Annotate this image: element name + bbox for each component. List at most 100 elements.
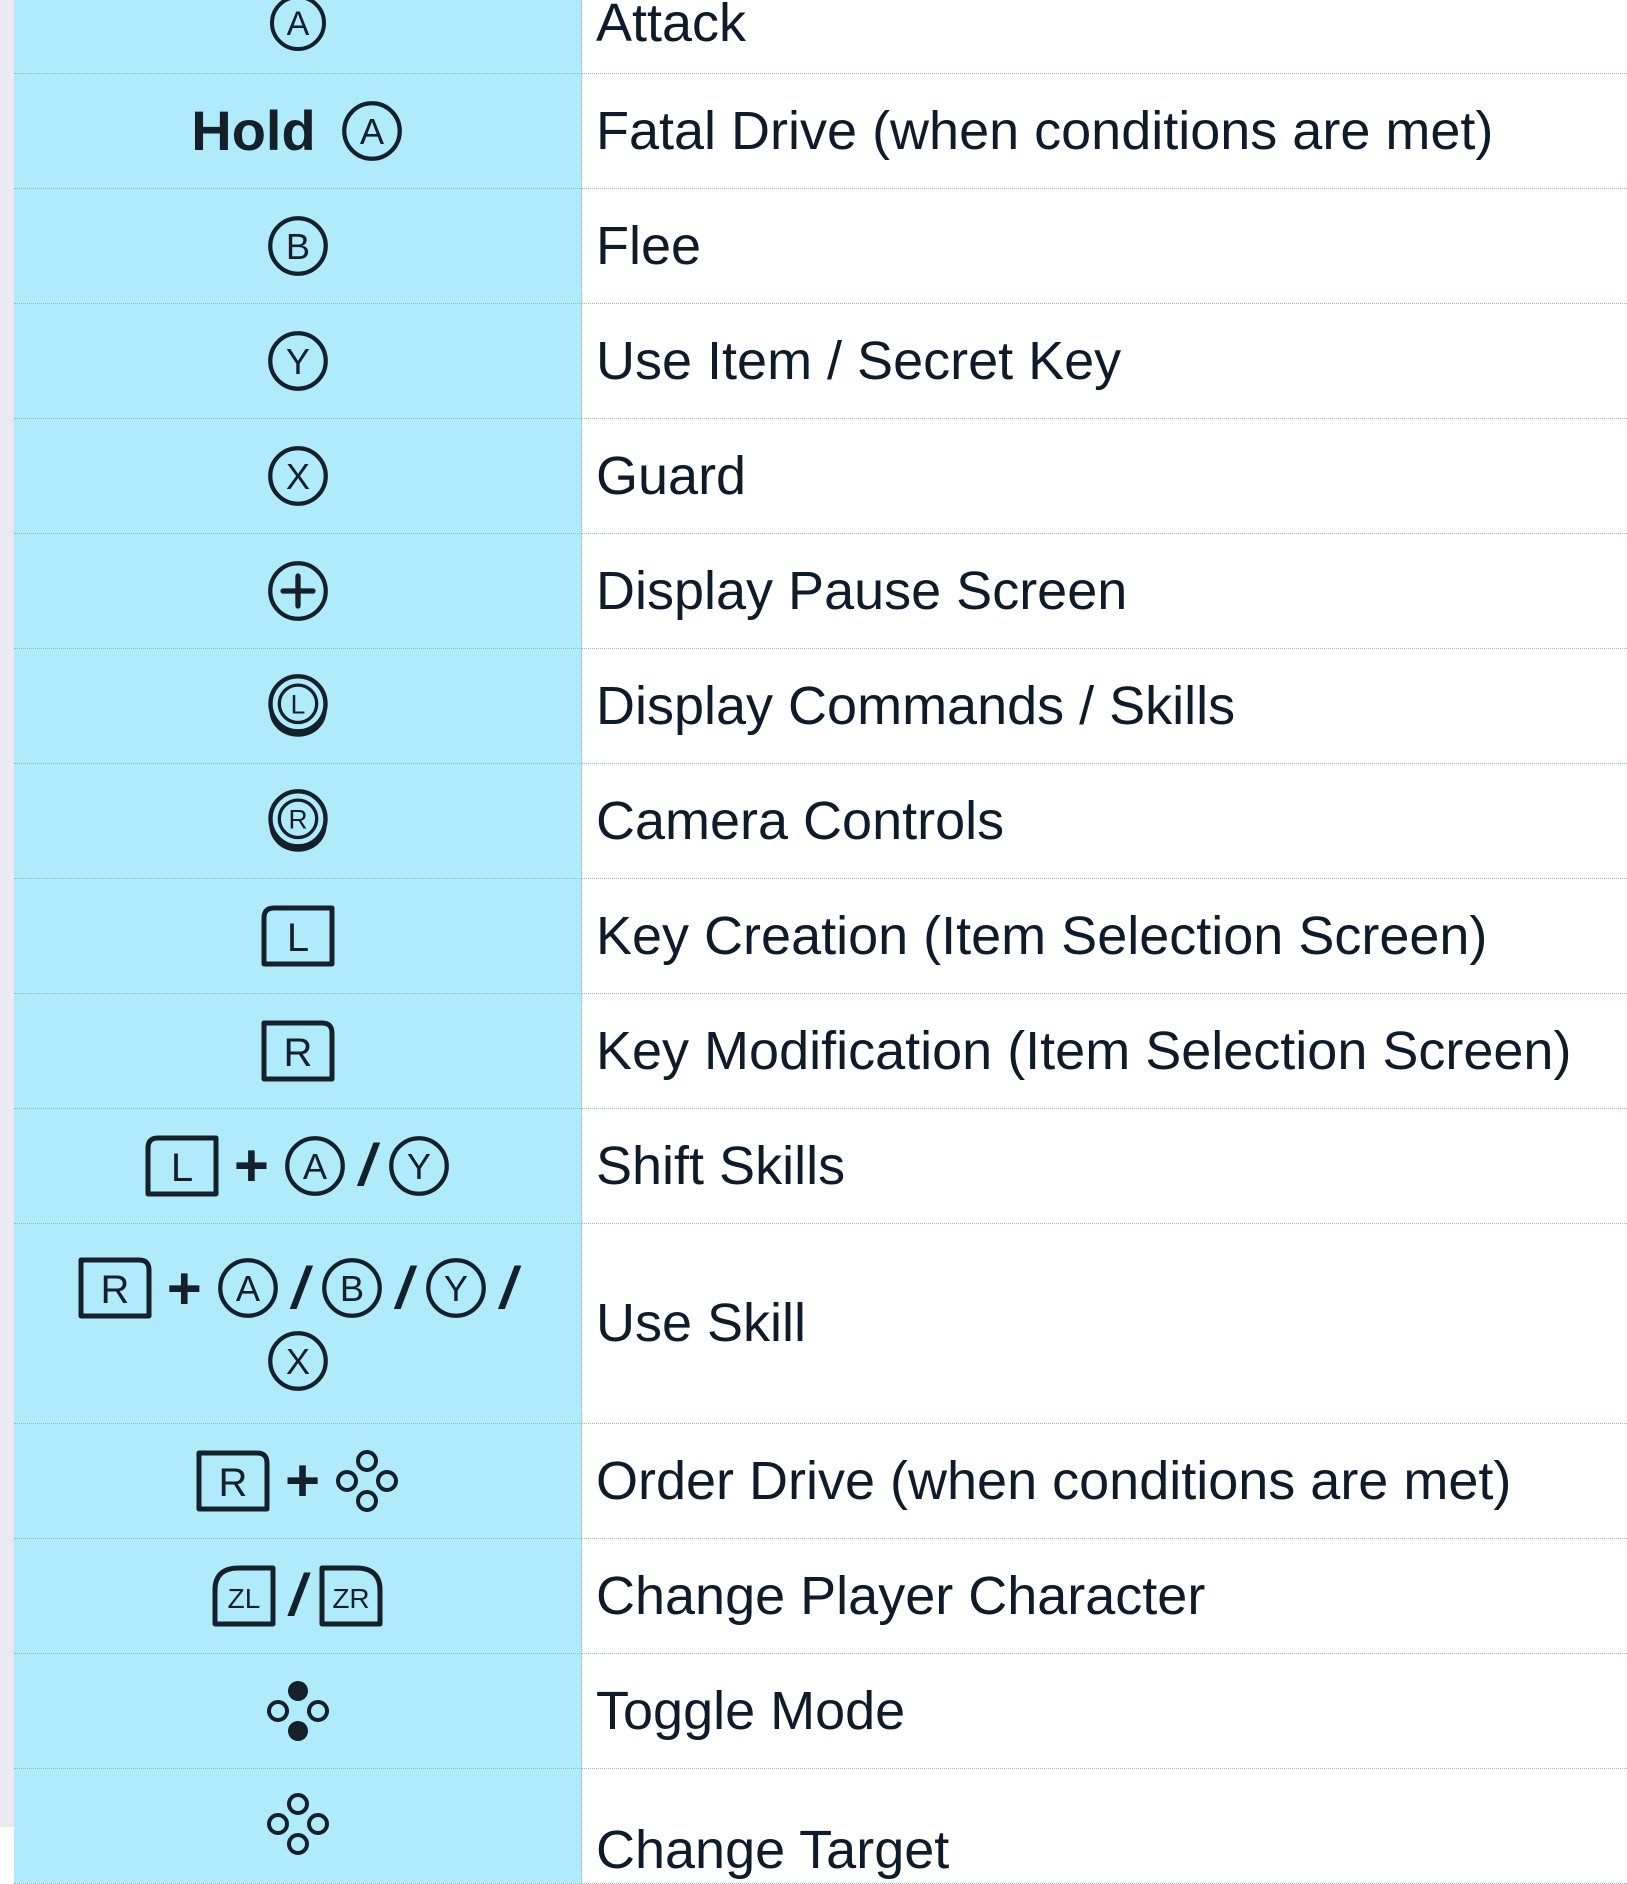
- table-row: R + Order Drive (when conditions are met…: [14, 1423, 1627, 1538]
- button-cell: R: [14, 993, 582, 1108]
- slash-separator: /: [292, 1255, 308, 1322]
- svg-text:X: X: [285, 455, 309, 496]
- table-row: R Camera Controls: [14, 763, 1627, 878]
- button-cell: ZL / ZR: [14, 1538, 582, 1653]
- action-label: Guard: [582, 418, 1627, 533]
- svg-text:R: R: [219, 1461, 248, 1505]
- dpad-left-right-icon: [265, 1678, 331, 1744]
- svg-text:A: A: [303, 1145, 328, 1186]
- button-cell: X: [14, 418, 582, 533]
- plus-sign: +: [234, 1131, 269, 1200]
- table-row: Change Target: [14, 1768, 1627, 1883]
- table-row: Hold A Fatal Drive (when conditions are …: [14, 73, 1627, 188]
- table-row: L Display Commands / Skills: [14, 648, 1627, 763]
- action-label: Use Skill: [582, 1223, 1627, 1423]
- plus-sign: +: [167, 1254, 202, 1323]
- svg-text:R: R: [288, 804, 307, 834]
- svg-text:ZL: ZL: [228, 1583, 261, 1614]
- a-button-icon: A: [268, 0, 328, 53]
- button-cell: L + A / Y: [14, 1108, 582, 1223]
- plus-sign: +: [285, 1446, 320, 1515]
- action-label: Shift Skills: [582, 1108, 1627, 1223]
- left-edge-strip: [0, 0, 15, 1827]
- x-button-icon: X: [266, 444, 330, 508]
- button-cell: R +: [14, 1423, 582, 1538]
- y-button-icon: Y: [266, 329, 330, 393]
- slash-separator: /: [359, 1132, 375, 1199]
- y-button-icon: Y: [424, 1256, 488, 1320]
- button-cell: [14, 1768, 582, 1883]
- button-cell: L: [14, 648, 582, 763]
- table-row: X Guard: [14, 418, 1627, 533]
- svg-text:B: B: [285, 225, 309, 266]
- controls-page: A Attack Hold A Fatal Drive (when condit…: [0, 0, 1627, 1827]
- action-label: Toggle Mode: [582, 1653, 1627, 1768]
- r-button-icon: R: [260, 1019, 336, 1083]
- table-row: L + A / Y Shift Skills: [14, 1108, 1627, 1223]
- x-button-icon: X: [266, 1329, 330, 1393]
- button-cell: [14, 1653, 582, 1768]
- table-row: A Attack: [14, 0, 1627, 73]
- action-label: Fatal Drive (when conditions are met): [582, 73, 1627, 188]
- slash-separator: /: [289, 1562, 305, 1629]
- svg-text:Y: Y: [285, 340, 309, 381]
- svg-text:ZR: ZR: [332, 1583, 369, 1614]
- controls-table: A Attack Hold A Fatal Drive (when condit…: [14, 0, 1627, 1884]
- l-button-icon: L: [260, 904, 336, 968]
- action-label: Change Player Character: [582, 1538, 1627, 1653]
- dpad-up-icon: [265, 1791, 331, 1857]
- svg-text:Y: Y: [444, 1268, 468, 1309]
- left-stick-icon: L: [265, 673, 331, 739]
- svg-text:B: B: [340, 1268, 364, 1309]
- plus-button-icon: [266, 559, 330, 623]
- action-label: Attack: [582, 0, 1627, 73]
- action-label: Flee: [582, 188, 1627, 303]
- slash-separator: /: [396, 1255, 412, 1322]
- button-cell: [14, 533, 582, 648]
- table-row: ZL / ZR Change Player Character: [14, 1538, 1627, 1653]
- a-button-icon: A: [283, 1134, 347, 1198]
- svg-text:R: R: [283, 1031, 312, 1075]
- table-row: Display Pause Screen: [14, 533, 1627, 648]
- zr-button-icon: ZR: [318, 1564, 384, 1628]
- action-label: Key Creation (Item Selection Screen): [582, 878, 1627, 993]
- svg-text:L: L: [171, 1146, 193, 1190]
- hold-label: Hold: [191, 98, 315, 163]
- table-row: Toggle Mode: [14, 1653, 1627, 1768]
- button-cell: Y: [14, 303, 582, 418]
- action-label: Camera Controls: [582, 763, 1627, 878]
- right-stick-icon: R: [265, 788, 331, 854]
- b-button-icon: B: [266, 214, 330, 278]
- r-button-icon: R: [77, 1256, 153, 1320]
- svg-text:L: L: [286, 916, 308, 960]
- zl-button-icon: ZL: [211, 1564, 277, 1628]
- action-label: Change Target: [582, 1768, 1627, 1883]
- svg-text:R: R: [100, 1268, 129, 1312]
- action-label: Key Modification (Item Selection Screen): [582, 993, 1627, 1108]
- table-row: L Key Creation (Item Selection Screen): [14, 878, 1627, 993]
- a-button-icon: A: [216, 1256, 280, 1320]
- svg-text:Y: Y: [407, 1145, 431, 1186]
- r-button-icon: R: [195, 1449, 271, 1513]
- action-label: Order Drive (when conditions are met): [582, 1423, 1627, 1538]
- dpad-icon: [334, 1448, 400, 1514]
- button-cell: A: [14, 0, 582, 73]
- action-label: Use Item / Secret Key: [582, 303, 1627, 418]
- button-cell: L: [14, 878, 582, 993]
- button-cell: Hold A: [14, 73, 582, 188]
- svg-text:A: A: [360, 110, 385, 151]
- slash-separator: /: [500, 1255, 516, 1322]
- button-cell: B: [14, 188, 582, 303]
- table-row: Y Use Item / Secret Key: [14, 303, 1627, 418]
- y-button-icon: Y: [387, 1134, 451, 1198]
- a-button-icon: A: [340, 99, 404, 163]
- button-cell: R: [14, 763, 582, 878]
- svg-text:L: L: [290, 689, 305, 719]
- table-row: R Key Modification (Item Selection Scree…: [14, 993, 1627, 1108]
- svg-text:A: A: [286, 5, 309, 43]
- svg-text:X: X: [285, 1340, 309, 1381]
- b-button-icon: B: [320, 1256, 384, 1320]
- table-row: B Flee: [14, 188, 1627, 303]
- table-row: R + A / B / Y: [14, 1223, 1627, 1423]
- l-button-icon: L: [144, 1134, 220, 1198]
